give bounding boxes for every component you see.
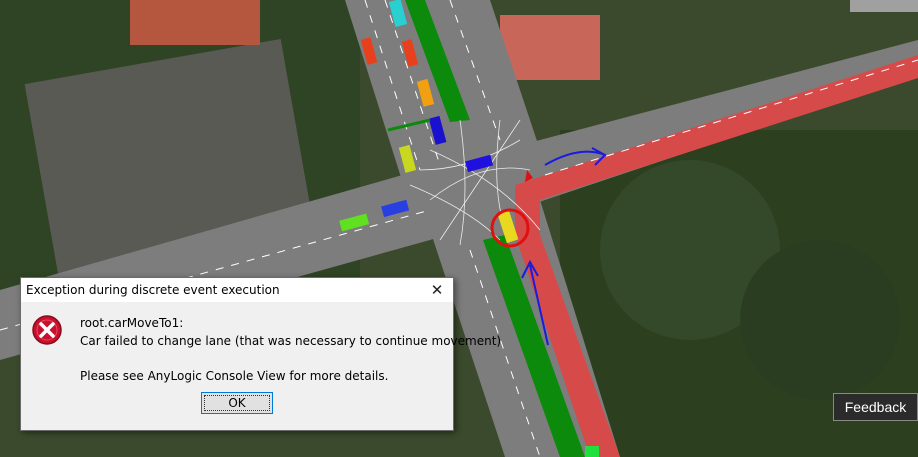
building-roof-1 bbox=[130, 0, 260, 45]
error-hint: Please see AnyLogic Console View for mor… bbox=[80, 369, 389, 383]
error-icon bbox=[32, 315, 62, 345]
dialog-title: Exception during discrete event executio… bbox=[26, 283, 280, 297]
building-roof-2 bbox=[500, 15, 600, 80]
building-roof-3 bbox=[850, 0, 918, 12]
car-bottom-green bbox=[585, 446, 599, 457]
ok-button[interactable]: OK bbox=[201, 392, 273, 414]
exception-dialog: Exception during discrete event executio… bbox=[20, 277, 501, 431]
close-icon[interactable]: ✕ bbox=[421, 278, 453, 302]
error-message: Car failed to change lane (that was nece… bbox=[80, 334, 502, 348]
feedback-button[interactable]: Feedback bbox=[833, 393, 918, 421]
dialog-titlebar: Exception during discrete event executio… bbox=[21, 278, 453, 302]
error-source: root.carMoveTo1: bbox=[80, 316, 184, 330]
